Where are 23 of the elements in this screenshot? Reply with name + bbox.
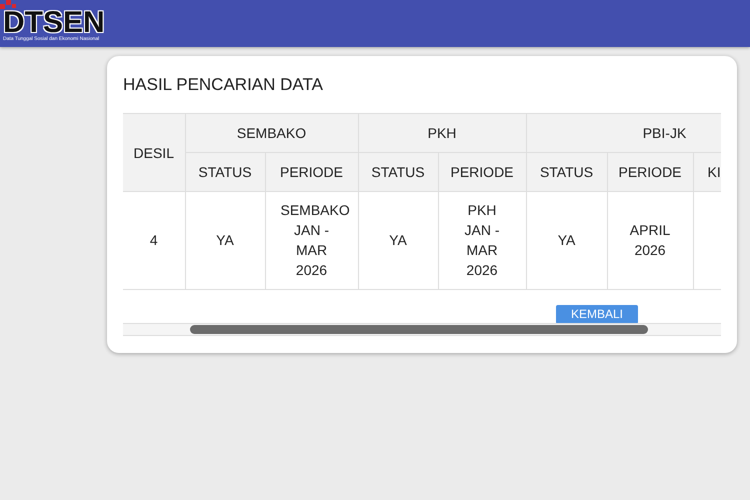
table-cell: YA — [526, 192, 608, 288]
table-cell: APRIL 2026 — [607, 192, 694, 288]
logo-text: DTSEN — [3, 10, 105, 36]
table-cell: YA — [185, 192, 265, 288]
column-header: STATUS — [185, 152, 265, 192]
column-header: STATUS — [358, 152, 438, 192]
column-header: KI — [693, 152, 721, 192]
table-cell: SEMBAKO JAN - MAR 2026 — [265, 192, 358, 288]
column-group-header: PKH — [358, 114, 526, 152]
column-header: PERIODE — [265, 152, 358, 192]
column-header: PERIODE — [607, 152, 694, 192]
column-group-header: SEMBAKO — [185, 114, 358, 152]
column-header: PERIODE — [438, 152, 526, 192]
card-title: HASIL PENCARIAN DATA — [123, 74, 324, 96]
table-cell: YA — [358, 192, 438, 288]
column-header: DESIL — [123, 114, 185, 192]
column-group-header: PBI-JK — [526, 114, 721, 152]
table-cell: PKH JAN - MAR 2026 — [438, 192, 526, 288]
scrollbar-track[interactable] — [123, 322, 721, 336]
scrollbar-thumb[interactable] — [190, 324, 648, 334]
column-header: STATUS — [526, 152, 608, 192]
back-button[interactable]: KEMBALI — [556, 304, 638, 324]
table-cell: 4 — [123, 192, 185, 288]
